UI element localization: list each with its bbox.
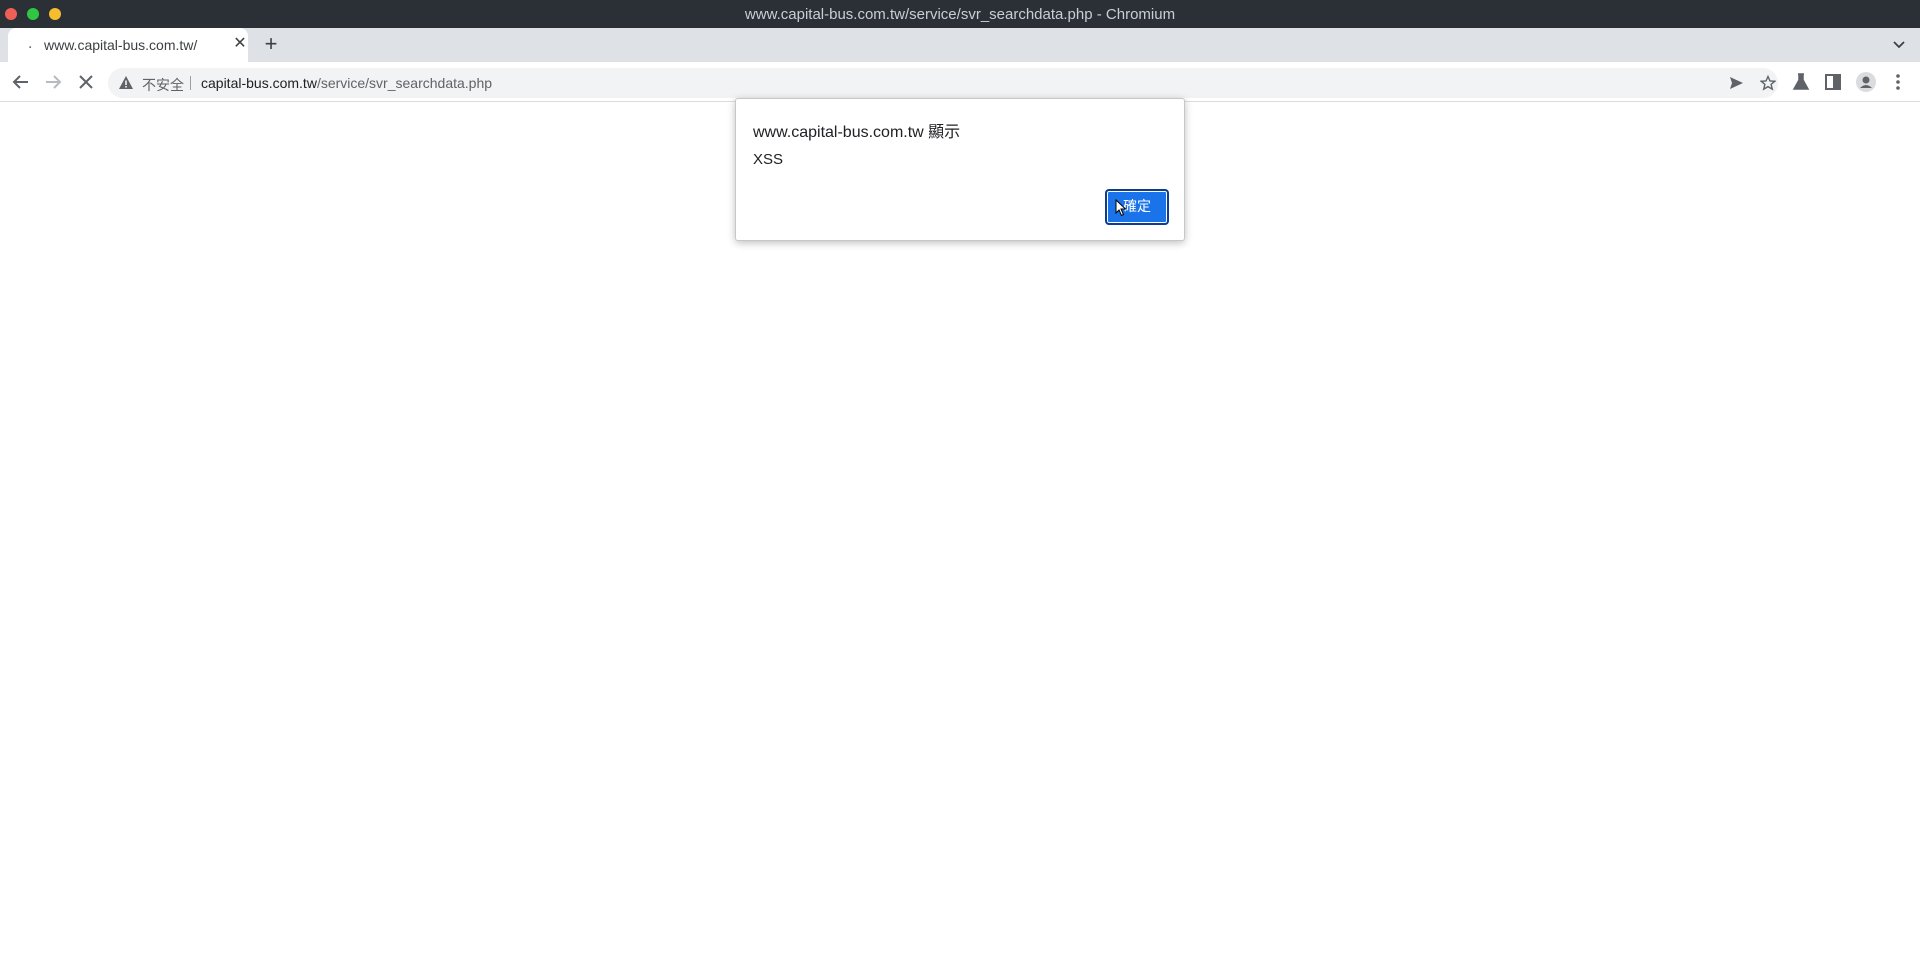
- chevron-down-icon[interactable]: [1890, 36, 1908, 54]
- security-status-label[interactable]: 不安全: [142, 75, 184, 95]
- profile-icon[interactable]: [1854, 70, 1878, 94]
- send-icon[interactable]: [1728, 75, 1744, 91]
- plus-icon[interactable]: +: [260, 33, 282, 55]
- dialog-title: www.capital-bus.com.tw 顯示: [753, 124, 961, 141]
- dialog-message: XSS: [753, 151, 784, 168]
- back-arrow-icon[interactable]: [9, 70, 33, 94]
- mouse-cursor-icon: [1115, 199, 1127, 217]
- loading-icon: .: [28, 35, 33, 52]
- stop-icon[interactable]: [74, 70, 98, 94]
- url-host: capital-bus.com.tw: [201, 75, 317, 91]
- url-path: /service/svr_searchdata.php: [316, 75, 493, 91]
- window-title: www.capital-bus.com.tw/service/svr_searc…: [744, 6, 1176, 23]
- forward-arrow-icon[interactable]: [41, 70, 65, 94]
- browser-toolbar: 不安全 capital-bus.com.tw/service/svr_searc…: [0, 62, 1920, 102]
- tab-title: www.capital-bus.com.tw/: [44, 37, 198, 53]
- close-icon[interactable]: ✕: [232, 36, 248, 52]
- star-icon[interactable]: [1760, 75, 1776, 91]
- side-panel-icon[interactable]: [1821, 70, 1845, 94]
- address-bar[interactable]: 不安全 capital-bus.com.tw/service/svr_searc…: [108, 68, 1778, 98]
- tab-strip: . www.capital-bus.com.tw/ ✕ +: [0, 28, 1920, 62]
- url-text[interactable]: capital-bus.com.tw/service/svr_searchdat…: [201, 75, 492, 91]
- tab-active[interactable]: . www.capital-bus.com.tw/ ✕: [8, 28, 248, 62]
- window-titlebar: www.capital-bus.com.tw/service/svr_searc…: [0, 0, 1920, 28]
- labs-icon[interactable]: [1789, 70, 1813, 94]
- menu-icon[interactable]: [1886, 70, 1910, 94]
- warning-icon[interactable]: [118, 75, 134, 91]
- alert-dialog: www.capital-bus.com.tw 顯示 XSS 確定: [735, 98, 1185, 241]
- omnibox-divider: [190, 76, 191, 90]
